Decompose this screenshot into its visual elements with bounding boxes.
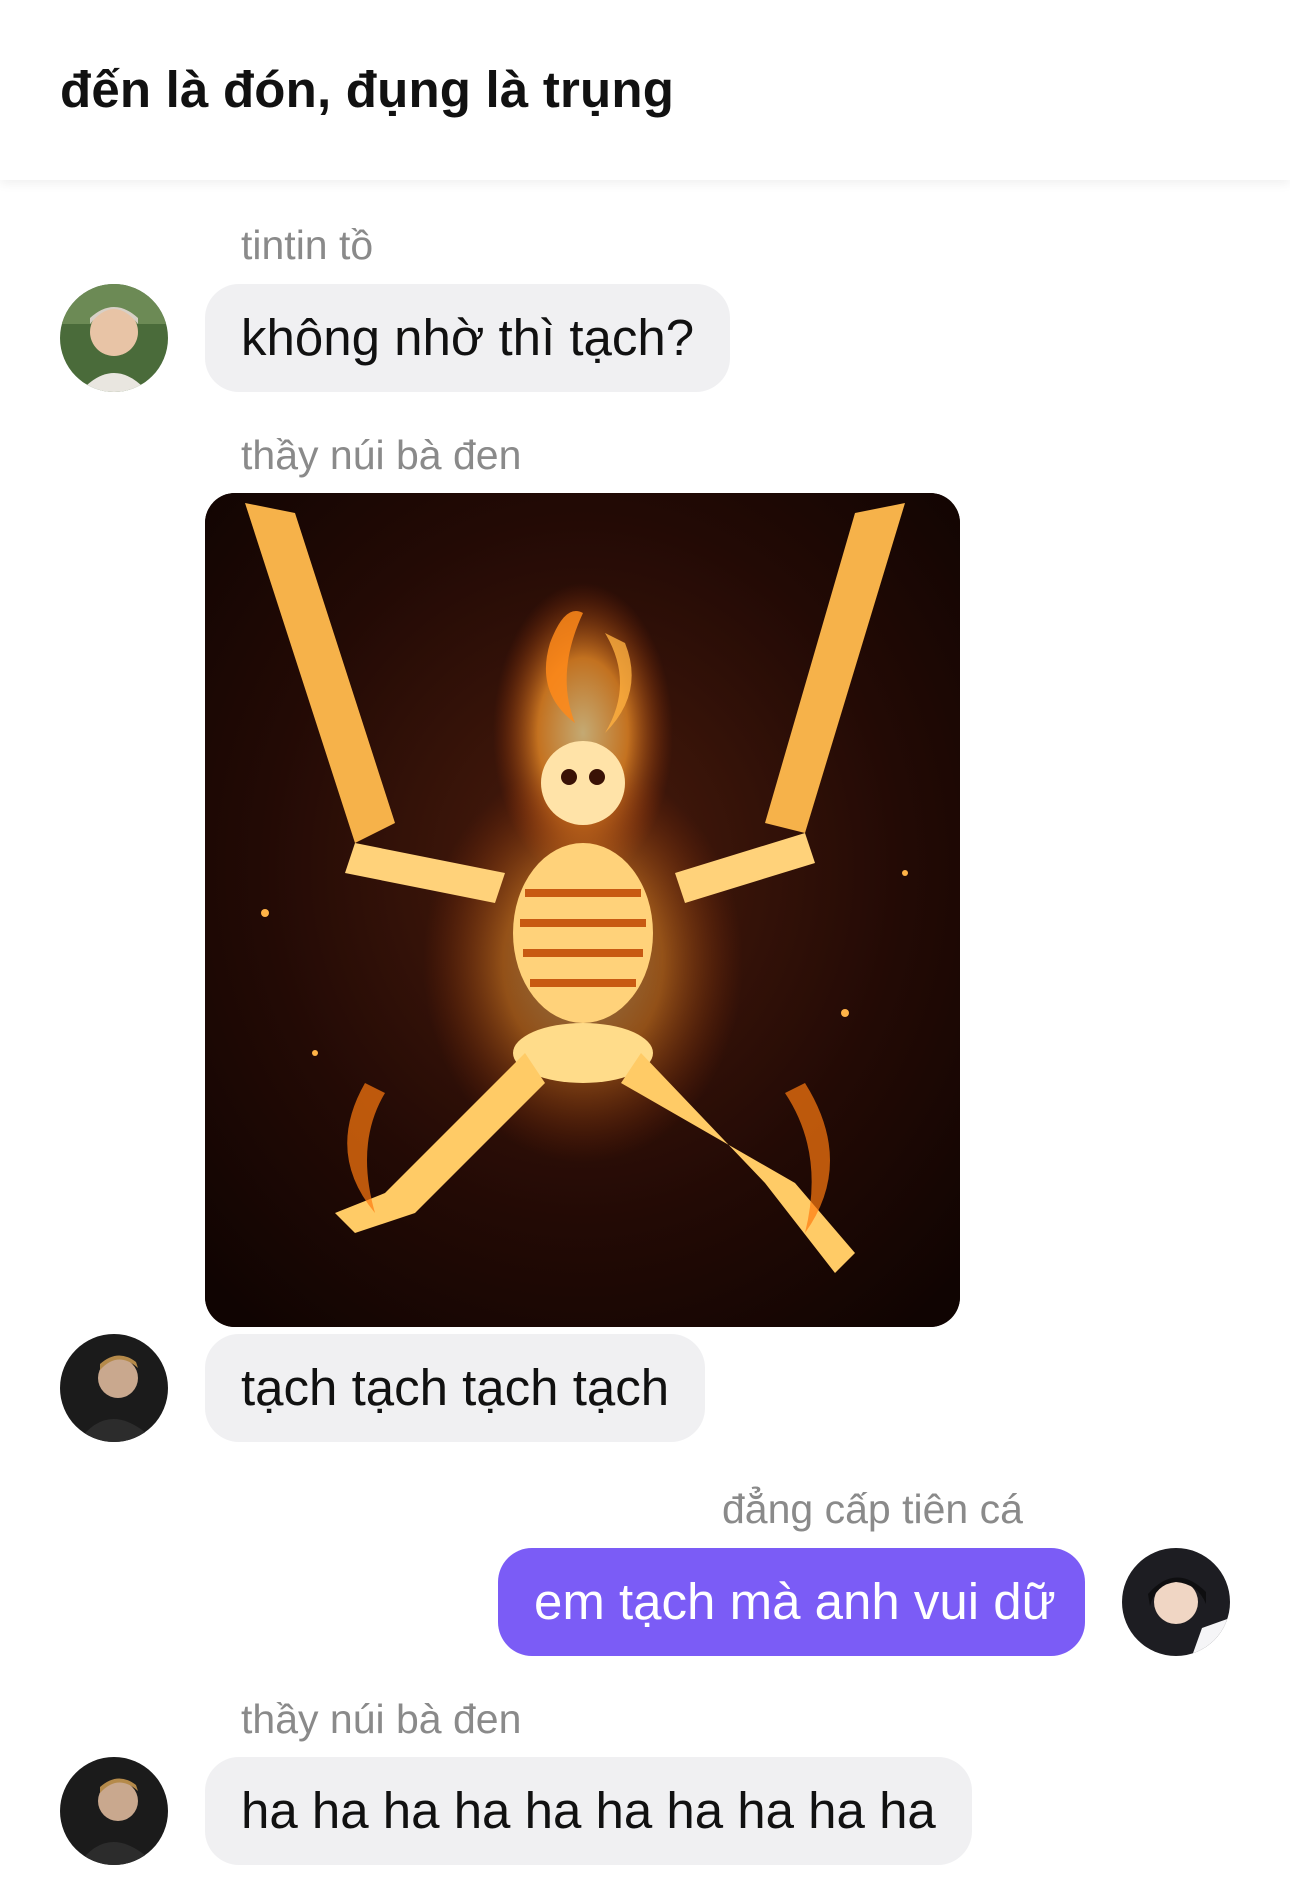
avatar-photo: [1122, 1548, 1230, 1656]
chat-header: đến là đón, đụng là trụng: [0, 0, 1290, 180]
message-bubble[interactable]: ha ha ha ha ha ha ha ha ha ha: [205, 1757, 972, 1865]
sender-name: tintin tồ: [241, 222, 374, 268]
avatar[interactable]: [60, 1757, 168, 1865]
avatar[interactable]: [1122, 1548, 1230, 1656]
message-bubble[interactable]: tạch tạch tạch tạch: [205, 1334, 706, 1442]
chat-title[interactable]: đến là đón, đụng là trụng: [60, 60, 674, 119]
avatar[interactable]: [60, 1334, 168, 1442]
sender-name: thầy núi bà đen: [241, 1696, 522, 1742]
avatar-photo: [60, 1334, 168, 1442]
message-bubble-outgoing[interactable]: em tạch mà anh vui dữ: [498, 1548, 1085, 1656]
message-bubble[interactable]: không nhờ thì tạch?: [205, 284, 731, 392]
avatar[interactable]: [60, 284, 168, 392]
sender-name: thầy núi bà đen: [241, 432, 522, 478]
flaming-skeleton-photo[interactable]: [205, 493, 960, 1327]
avatar-photo: [60, 1757, 168, 1865]
avatar-photo: [60, 284, 168, 392]
sender-name: đẳng cấp tiên cá: [722, 1486, 1023, 1532]
